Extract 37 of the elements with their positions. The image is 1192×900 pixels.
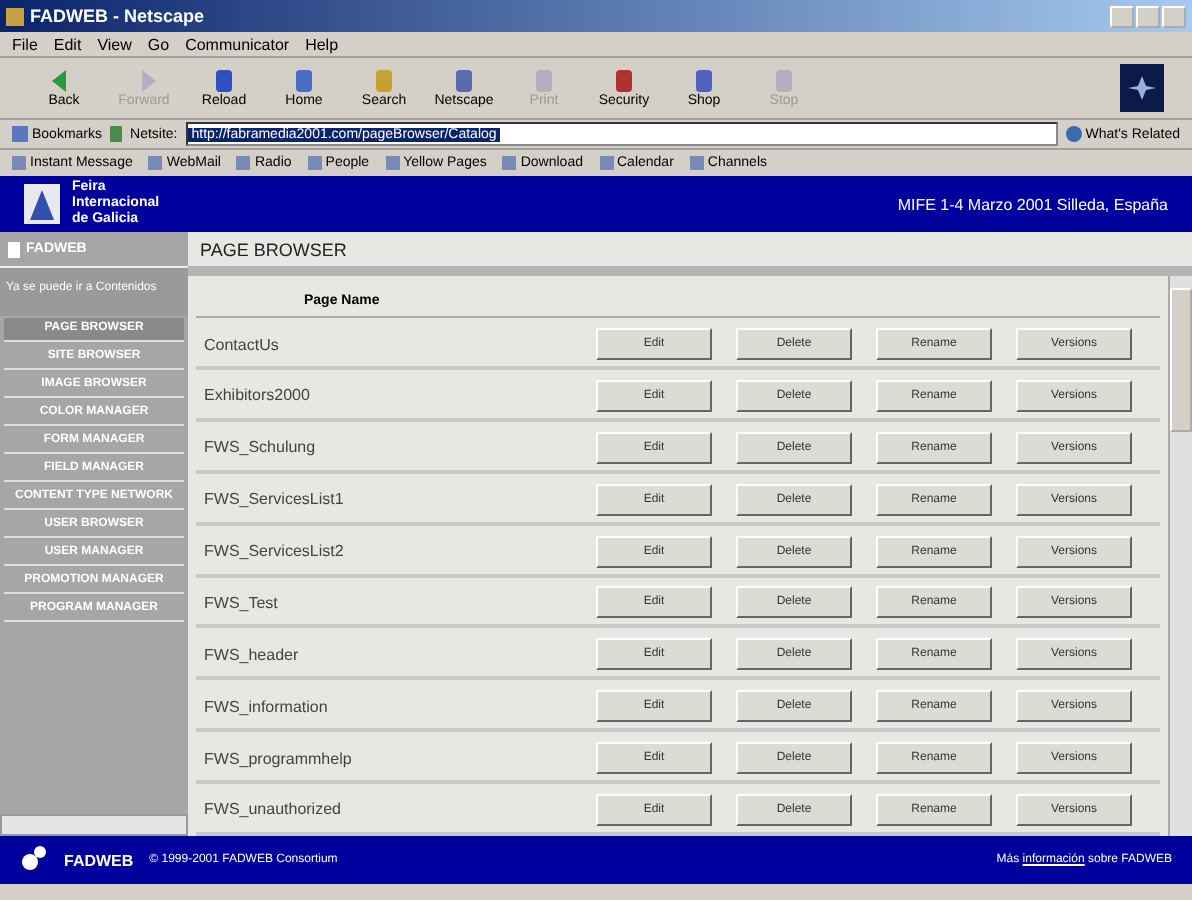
menu-item[interactable]: Edit xyxy=(53,35,82,53)
page-icon xyxy=(148,156,163,170)
star-icon xyxy=(1128,74,1156,102)
page-icon xyxy=(689,156,704,170)
menu-item[interactable]: View xyxy=(97,35,132,53)
maximize-button[interactable] xyxy=(1136,5,1160,27)
page-title: PAGE BROWSER xyxy=(200,239,347,259)
minimize-button[interactable] xyxy=(1110,5,1134,27)
logo-icon xyxy=(24,184,60,224)
page-name-cell-text: ContactUs xyxy=(204,335,281,354)
page-name-cell-text: FWS_header xyxy=(204,645,301,664)
menu-item[interactable]: Help xyxy=(305,35,339,53)
logo-icon xyxy=(20,846,48,874)
vertical-scrollbar[interactable] xyxy=(1168,276,1192,836)
page-icon xyxy=(502,156,517,170)
window-title: FADWEB - Netscape xyxy=(30,6,205,26)
page-icon xyxy=(307,156,322,170)
page-name-cell-text: FWS_unauthorized xyxy=(204,800,343,819)
page-icon xyxy=(599,156,613,170)
horizontal-scrollbar[interactable] xyxy=(0,814,188,836)
app-icon xyxy=(6,7,24,25)
page-name-cell-text: Exhibitors2000 xyxy=(204,386,312,405)
page-name-cell-text: FWS_Schulung xyxy=(204,438,318,457)
page-name-cell-text: FWS_programmhelp xyxy=(204,749,354,768)
menu-item[interactable]: File xyxy=(12,35,38,53)
page-icon xyxy=(385,156,400,170)
page-name-cell-text: FWS_information xyxy=(204,697,330,716)
menu-item[interactable]: Go xyxy=(147,35,170,53)
page-icon xyxy=(236,156,251,170)
footer-brand: FADWEB xyxy=(64,851,134,869)
page-name-cell-text: FWS_ServicesList1 xyxy=(204,490,346,509)
menu-item[interactable]: Communicator xyxy=(185,35,290,53)
event-info: MIFE 1-4 Marzo 2001 Silleda, España xyxy=(897,195,1168,213)
page-name-cell-text: FWS_Test xyxy=(204,593,280,612)
close-button[interactable] xyxy=(1162,5,1186,27)
page-icon xyxy=(12,156,26,170)
page-name-cell-text: FWS_ServicesList2 xyxy=(204,542,346,561)
